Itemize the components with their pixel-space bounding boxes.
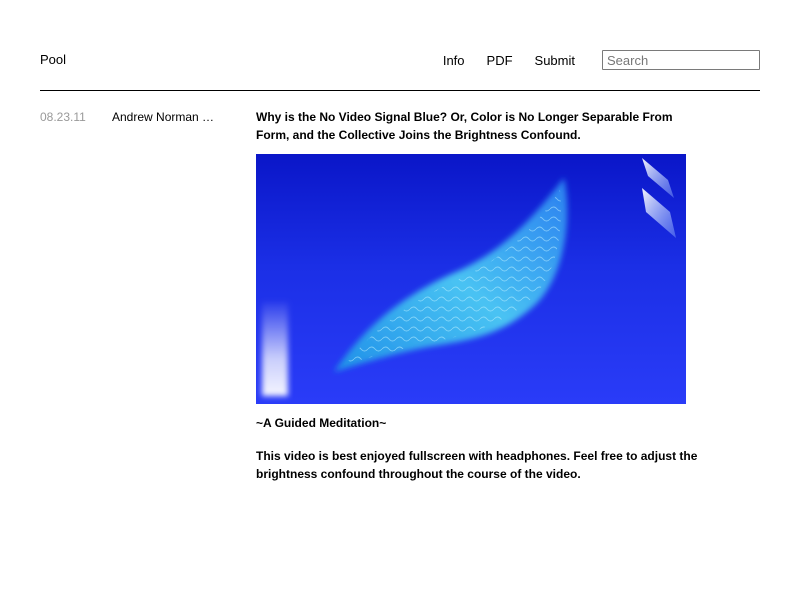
post-subtitle: ~A Guided Meditation~ [256,416,387,430]
nav-pdf-link[interactable]: PDF [487,53,513,68]
nav-info-link[interactable]: Info [443,53,465,68]
search-input[interactable] [602,50,760,70]
stripe-shape-bottom [642,188,676,238]
post-title: Why is the No Video Signal Blue? Or, Col… [256,110,673,142]
post-description: This video is best enjoyed fullscreen wi… [256,449,698,481]
stripe-shape-top [642,158,674,198]
post-body: Why is the No Video Signal Blue? Or, Col… [256,108,706,483]
header-divider [40,90,760,91]
post-date: 08.23.11 [40,110,86,124]
site-title-link[interactable]: Pool [40,52,66,67]
nav-submit-link[interactable]: Submit [535,53,575,68]
site-header: Pool Info PDF Submit [40,48,760,72]
video-player[interactable] [256,154,686,404]
video-frame-art [262,158,676,396]
top-nav: Info PDF Submit [443,48,760,72]
light-bar-shape [262,302,288,396]
post-author-link[interactable]: Andrew Norman … [112,110,222,124]
